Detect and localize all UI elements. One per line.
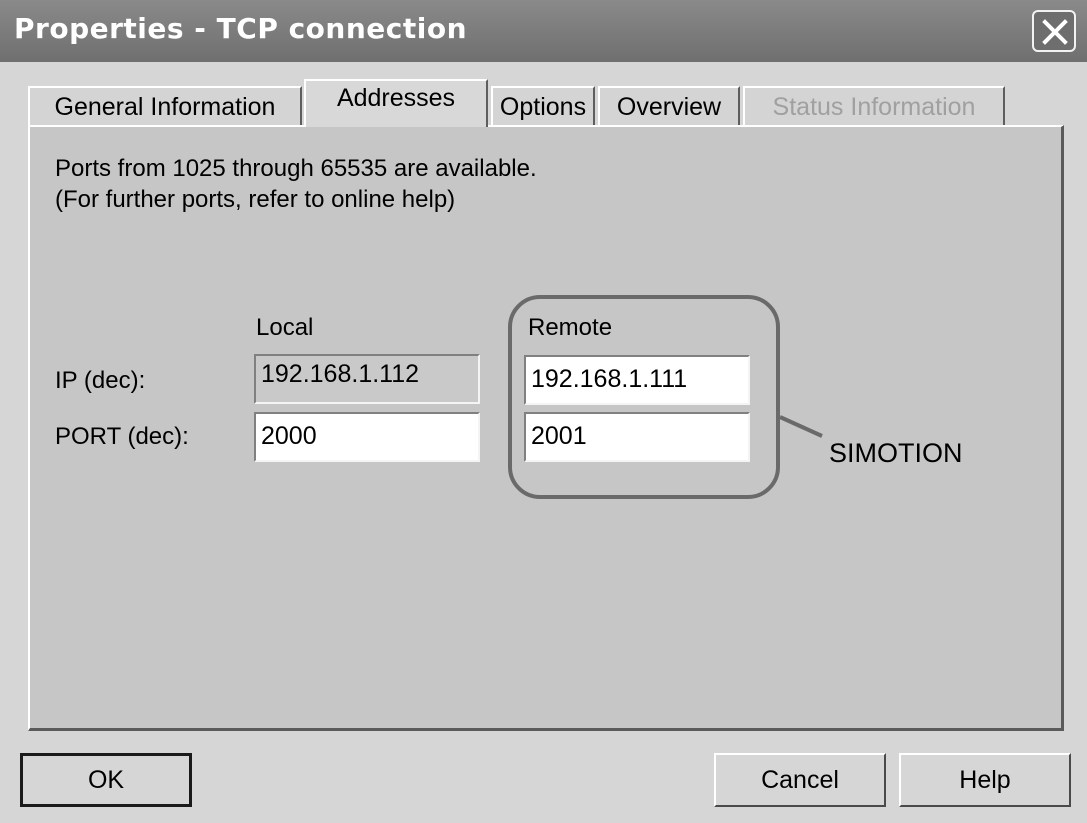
tab-general-information[interactable]: General Information	[28, 86, 302, 126]
tab-overview[interactable]: Overview	[598, 86, 740, 126]
tab-label: Status Information	[772, 93, 976, 121]
tab-status-information: Status Information	[743, 86, 1005, 126]
remote-port-field[interactable]: 2001	[524, 412, 750, 462]
close-button[interactable]	[1032, 10, 1076, 52]
help-label: Help	[959, 766, 1011, 794]
cancel-label: Cancel	[761, 766, 839, 794]
help-button[interactable]: Help	[899, 753, 1071, 807]
close-icon	[1042, 19, 1068, 45]
tab-label: Options	[499, 93, 587, 121]
ok-button[interactable]: OK	[20, 753, 192, 807]
tab-label: General Information	[54, 93, 276, 121]
remote-ip-field[interactable]: 192.168.1.111	[524, 355, 750, 405]
title-bar: Properties - TCP connection	[0, 0, 1087, 62]
ok-label: OK	[87, 766, 125, 794]
window-title: Properties - TCP connection	[14, 12, 468, 45]
cancel-button[interactable]: Cancel	[714, 753, 886, 807]
tab-label: Addresses	[336, 84, 456, 112]
tab-label: Overview	[616, 93, 722, 121]
tab-addresses[interactable]: Addresses	[304, 79, 488, 127]
tab-options[interactable]: Options	[491, 86, 595, 126]
local-port-field[interactable]: 2000	[254, 412, 480, 462]
